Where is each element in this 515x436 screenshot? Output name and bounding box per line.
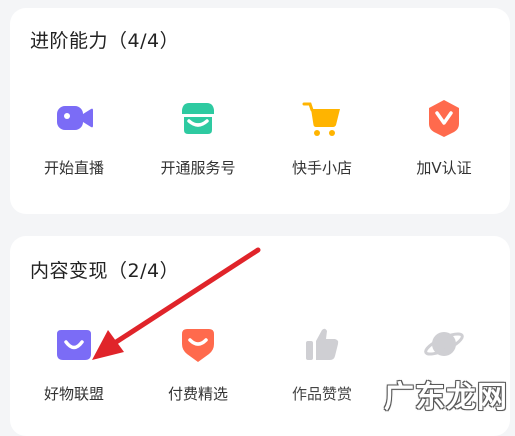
good-products-alliance-item[interactable]: 好物联盟 xyxy=(14,322,134,404)
storefront-icon xyxy=(182,103,214,134)
video-camera-icon xyxy=(57,106,93,130)
advanced-abilities-card: 进阶能力（4/4） 开始直播 开通服务号 快手小店 加V认证 xyxy=(10,8,510,214)
shopping-cart-icon xyxy=(302,102,340,136)
v-verification-label: 加V认证 xyxy=(416,159,472,177)
shopping-bag-icon xyxy=(57,330,91,360)
open-service-account-label: 开通服务号 xyxy=(160,159,236,177)
content-monetization-title: 内容变现（2/4） xyxy=(30,260,180,282)
v-verification-item[interactable]: 加V认证 xyxy=(384,96,504,178)
advanced-abilities-title: 进阶能力（4/4） xyxy=(30,30,180,52)
start-live-label: 开始直播 xyxy=(43,159,104,177)
thumbs-up-icon xyxy=(306,328,339,360)
work-reward-item[interactable]: 作品赞赏 xyxy=(262,322,382,404)
work-reward-label: 作品赞赏 xyxy=(291,385,352,403)
paid-smile-icon xyxy=(182,329,214,362)
good-products-alliance-label: 好物联盟 xyxy=(43,385,104,403)
kuaishou-store-item[interactable]: 快手小店 xyxy=(262,96,382,178)
planet-icon xyxy=(424,332,464,356)
paid-featured-label: 付费精选 xyxy=(167,385,228,403)
paid-featured-item[interactable]: 付费精选 xyxy=(138,322,258,404)
verified-v-badge-icon xyxy=(429,100,459,137)
kuaishou-store-label: 快手小店 xyxy=(291,159,352,177)
open-service-account-item[interactable]: 开通服务号 xyxy=(138,96,258,178)
watermark-text: 广东龙网 xyxy=(384,380,508,415)
start-live-item[interactable]: 开始直播 xyxy=(14,96,134,178)
